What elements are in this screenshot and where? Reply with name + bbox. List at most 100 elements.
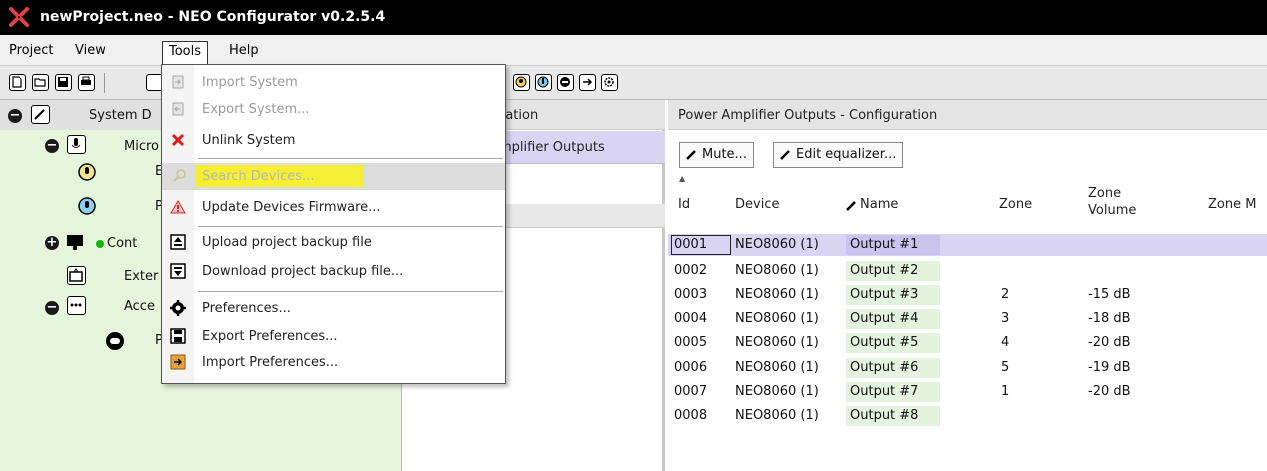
microphone-round-icon bbox=[78, 163, 96, 181]
menu-bar: Project View Tools Help bbox=[0, 35, 1267, 66]
cell-name: Output #5 bbox=[850, 335, 919, 350]
column-header-id[interactable]: Id bbox=[678, 197, 690, 212]
save-button[interactable] bbox=[55, 74, 72, 91]
menu-view[interactable]: View bbox=[69, 41, 112, 63]
import-prefs-icon bbox=[170, 354, 186, 370]
mic-button-2[interactable] bbox=[535, 74, 552, 91]
tree-item-system[interactable]: System D bbox=[89, 108, 152, 123]
cell-name-editable[interactable]: Output #7 bbox=[846, 382, 940, 402]
cell-name-editable[interactable]: Output #4 bbox=[846, 309, 940, 329]
menu-item-export-system[interactable]: Export System... bbox=[162, 96, 505, 123]
exit-button[interactable] bbox=[579, 74, 596, 91]
cell-device: NEO8060 (1) bbox=[735, 237, 819, 252]
cell-id: 0005 bbox=[674, 335, 708, 350]
menu-item-preferences[interactable]: Preferences... bbox=[162, 295, 505, 322]
microphone-icon[interactable] bbox=[67, 135, 86, 154]
table-row[interactable]: 0006 NEO8060 (1) Output #6 5 -19 dB bbox=[668, 357, 1267, 379]
table-row[interactable]: 0001 NEO8060 (1) Output #1 bbox=[668, 234, 1267, 256]
microphone-blue-icon bbox=[537, 76, 549, 88]
cell-name: Output #2 bbox=[850, 263, 919, 278]
collapse-toggle-icon[interactable]: − bbox=[45, 139, 59, 153]
menu-project[interactable]: Project bbox=[3, 41, 59, 63]
column-header-name[interactable]: Name bbox=[860, 197, 898, 212]
table-row[interactable]: 0008 NEO8060 (1) Output #8 bbox=[668, 405, 1267, 427]
pencil-icon bbox=[686, 150, 696, 160]
tree-item-controllers[interactable]: Cont bbox=[107, 236, 137, 251]
collapse-toggle-icon[interactable]: − bbox=[8, 109, 22, 123]
microphone-round-icon bbox=[515, 76, 527, 88]
menu-item-import-system[interactable]: Import System bbox=[162, 69, 505, 96]
cell-volume: -20 dB bbox=[1088, 335, 1131, 350]
mute-button[interactable]: Mute... bbox=[679, 142, 754, 168]
round-button-icon bbox=[106, 332, 124, 350]
menu-item-label: Export System... bbox=[202, 102, 310, 117]
pencil-icon[interactable] bbox=[31, 105, 50, 124]
table-row[interactable]: 0007 NEO8060 (1) Output #7 1 -20 dB bbox=[668, 381, 1267, 403]
print-button[interactable] bbox=[78, 74, 95, 91]
menu-item-download-backup[interactable]: Download project backup file... bbox=[162, 258, 505, 285]
cell-name: Output #6 bbox=[850, 360, 919, 375]
cell-id: 0001 bbox=[674, 237, 708, 252]
title-bar: newProject.neo - NEO Configurator v0.2.5… bbox=[0, 0, 1267, 35]
menu-item-search-devices[interactable]: Search Devices... bbox=[162, 163, 505, 190]
cell-id: 0006 bbox=[674, 360, 708, 375]
menu-item-import-preferences[interactable]: Import Preferences... bbox=[162, 349, 505, 376]
new-file-button[interactable] bbox=[9, 74, 26, 91]
table-row[interactable]: 0005 NEO8060 (1) Output #5 4 -20 dB bbox=[668, 332, 1267, 354]
cell-zone: 3 bbox=[1001, 311, 1010, 326]
cell-name-editable[interactable]: Output #6 bbox=[846, 358, 940, 378]
cell-name-editable[interactable]: Output #2 bbox=[846, 261, 940, 281]
expand-toggle-icon[interactable]: + bbox=[45, 236, 59, 250]
box-icon[interactable] bbox=[67, 266, 86, 285]
upload-icon bbox=[170, 234, 186, 250]
table-row[interactable]: 0003 NEO8060 (1) Output #3 2 -15 dB bbox=[668, 284, 1267, 306]
app-logo-icon bbox=[9, 7, 29, 27]
cell-device: NEO8060 (1) bbox=[735, 384, 819, 399]
menu-item-label: Download project backup file... bbox=[202, 264, 404, 279]
menu-tools[interactable]: Tools bbox=[162, 41, 209, 66]
print-icon bbox=[81, 76, 91, 85]
column-header-device[interactable]: Device bbox=[735, 197, 779, 212]
cell-name: Output #3 bbox=[850, 287, 919, 302]
dots-icon[interactable] bbox=[67, 296, 86, 315]
menu-divider bbox=[198, 226, 503, 227]
import-system-icon bbox=[172, 75, 184, 89]
mic-button-1[interactable] bbox=[513, 74, 530, 91]
cell-id: 0004 bbox=[674, 311, 708, 326]
cell-name-editable[interactable]: Output #8 bbox=[846, 406, 940, 426]
column-header-zone[interactable]: Zone bbox=[999, 197, 1032, 212]
cell-name-editable[interactable]: Output #1 bbox=[846, 235, 940, 255]
cell-id: 0002 bbox=[674, 263, 708, 278]
menu-item-label: Import Preferences... bbox=[202, 355, 339, 370]
cell-id: 0003 bbox=[674, 287, 708, 302]
microphone-blue-icon bbox=[78, 197, 96, 215]
column-header-zone-volume-line2[interactable]: Volume bbox=[1088, 203, 1136, 218]
cell-name-editable[interactable]: Output #3 bbox=[846, 285, 940, 305]
edit-equalizer-button[interactable]: Edit equalizer... bbox=[773, 142, 904, 168]
table-row[interactable]: 0002 NEO8060 (1) Output #2 bbox=[668, 260, 1267, 282]
menu-item-upload-backup[interactable]: Upload project backup file bbox=[162, 229, 505, 256]
table-row[interactable]: 0004 NEO8060 (1) Output #4 3 -18 dB bbox=[668, 308, 1267, 330]
tree-item-external[interactable]: Exter bbox=[124, 269, 158, 284]
collapse-toggle-icon[interactable]: − bbox=[45, 301, 59, 315]
tree-item-accessories[interactable]: Acce bbox=[124, 299, 155, 314]
open-file-button[interactable] bbox=[32, 74, 49, 91]
menu-item-label: Unlink System bbox=[202, 133, 296, 148]
cell-device: NEO8060 (1) bbox=[735, 287, 819, 302]
cell-zone: 1 bbox=[1001, 384, 1010, 399]
tree-item-microphones[interactable]: Micro bbox=[124, 139, 159, 154]
column-header-zone-m[interactable]: Zone M bbox=[1208, 197, 1256, 212]
cell-device: NEO8060 (1) bbox=[735, 311, 819, 326]
menu-help[interactable]: Help bbox=[223, 41, 265, 63]
menu-item-unlink-system[interactable]: Unlink System bbox=[162, 127, 505, 154]
cell-volume: -20 dB bbox=[1088, 384, 1131, 399]
menu-item-export-preferences[interactable]: Export Preferences... bbox=[162, 323, 505, 350]
message-button[interactable] bbox=[557, 74, 574, 91]
cell-device: NEO8060 (1) bbox=[735, 263, 819, 278]
column-header-zone-volume-line1[interactable]: Zone bbox=[1088, 186, 1121, 201]
menu-item-label: Import System bbox=[202, 75, 298, 90]
settings-button[interactable] bbox=[601, 74, 618, 91]
cell-name-editable[interactable]: Output #5 bbox=[846, 333, 940, 353]
menu-item-update-firmware[interactable]: Update Devices Firmware... bbox=[162, 194, 505, 221]
menu-item-label: Upload project backup file bbox=[202, 235, 372, 250]
